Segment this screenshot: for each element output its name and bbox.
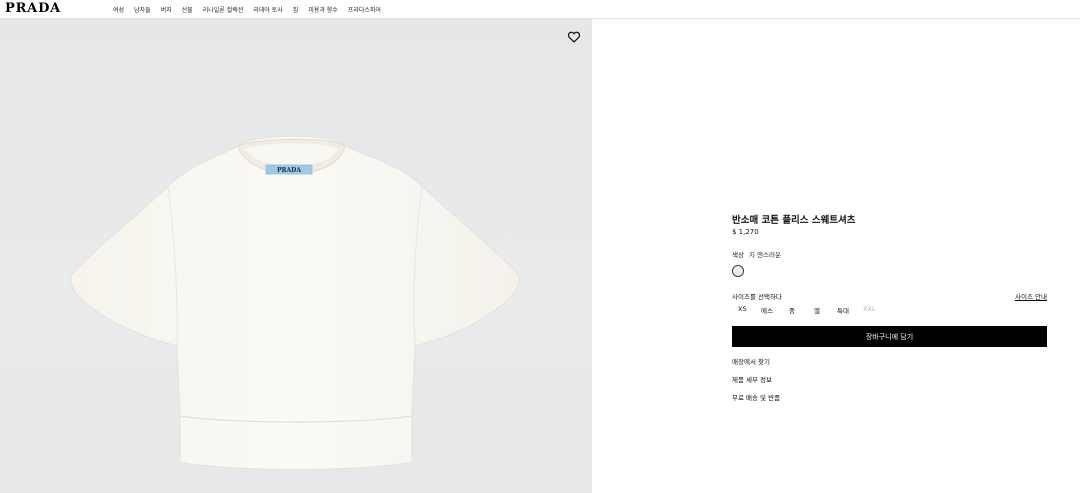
nav-item-gifts[interactable]: 선물 bbox=[182, 5, 193, 14]
nav-item-women[interactable]: 여성 bbox=[113, 5, 124, 14]
color-label: 색상 bbox=[732, 251, 744, 259]
size-option-xxl: XXL bbox=[863, 305, 876, 313]
nav-item-home[interactable]: 집 bbox=[293, 5, 299, 14]
size-select-label: 사이즈를 선택하다 bbox=[732, 293, 782, 301]
prada-logo[interactable]: PRADA bbox=[5, 1, 61, 17]
product-price: $ 1,270 bbox=[732, 228, 759, 236]
main-nav: 여성 남자들 버지 선물 리나일론 컬렉션 리데아 토사 집 미용과 향수 프라… bbox=[113, 0, 381, 18]
size-option-m[interactable]: 중 bbox=[789, 305, 795, 315]
color-swatch[interactable] bbox=[732, 265, 744, 277]
nav-item-men[interactable]: 남자들 bbox=[134, 5, 151, 14]
color-row: 색상 지 엔스러운 bbox=[732, 249, 781, 259]
shirt-label-text: PRADA bbox=[277, 167, 301, 174]
size-option-s[interactable]: 에스 bbox=[761, 305, 773, 315]
size-options: XS 에스 중 엘 특대 XXL bbox=[732, 305, 892, 315]
nav-item-luna-rossa[interactable]: 리데아 토사 bbox=[253, 5, 283, 14]
product-photo: PRADA bbox=[70, 135, 520, 470]
size-option-xl[interactable]: 특대 bbox=[837, 305, 849, 315]
nav-item-beauty[interactable]: 미용과 향수 bbox=[308, 5, 338, 14]
add-to-cart-button[interactable]: 장바구니에 담기 bbox=[732, 326, 1047, 347]
size-option-xs[interactable]: XS bbox=[738, 305, 747, 313]
color-swatch-fill bbox=[734, 267, 742, 275]
nav-item-pradasphere[interactable]: 프라다스피어 bbox=[348, 5, 381, 14]
site-header: PRADA 여성 남자들 버지 선물 리나일론 컬렉션 리데아 토사 집 미용과… bbox=[0, 0, 1080, 19]
product-title: 반소매 코튼 플리스 스웨트셔츠 bbox=[732, 215, 856, 226]
find-in-store-link[interactable]: 매장에서 찾기 bbox=[732, 356, 770, 366]
size-option-l[interactable]: 엘 bbox=[814, 305, 820, 315]
heart-icon[interactable] bbox=[567, 30, 581, 44]
shipping-returns-link[interactable]: 무료 배송 및 반품 bbox=[732, 392, 780, 402]
product-details-link[interactable]: 제품 세부 정보 bbox=[732, 374, 772, 384]
color-value: 지 엔스러운 bbox=[748, 251, 781, 259]
product-image-panel: PRADA bbox=[0, 19, 592, 493]
size-guide-link[interactable]: 사이즈 안내 bbox=[1015, 291, 1047, 301]
nav-item-renylon[interactable]: 리나일론 컬렉션 bbox=[203, 5, 244, 14]
nav-item-bags[interactable]: 버지 bbox=[161, 5, 172, 14]
